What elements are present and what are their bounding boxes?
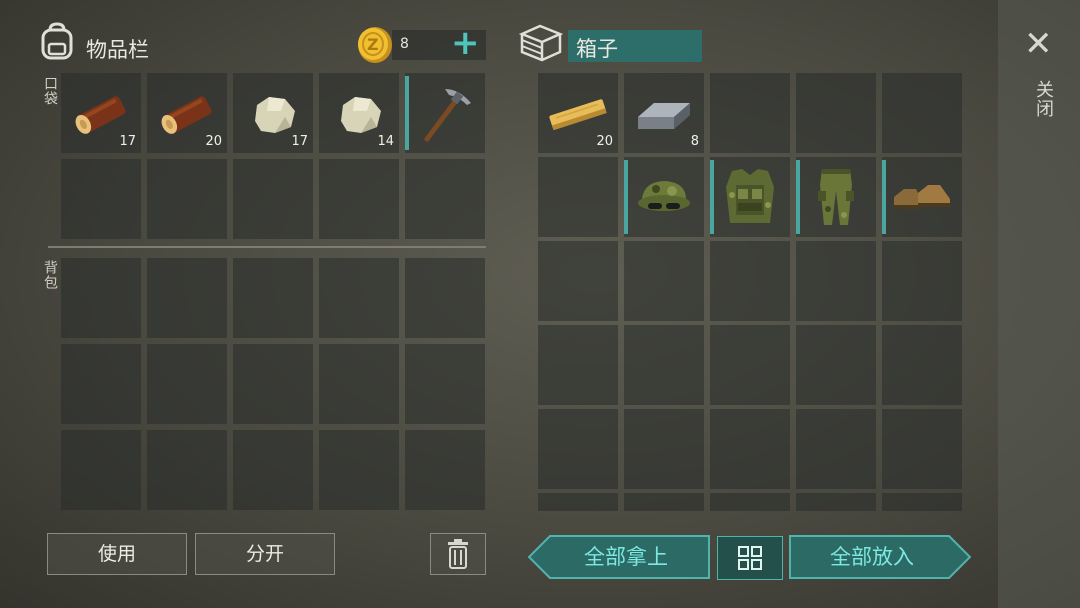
backpack-icon — [38, 22, 76, 66]
box-slot-8[interactable] — [710, 157, 790, 237]
camo-hat-icon — [638, 181, 690, 211]
pocket-slot-6[interactable] — [61, 159, 141, 239]
box-slot[interactable] — [882, 325, 962, 405]
box-slot[interactable] — [796, 241, 876, 321]
backpack-slot[interactable] — [147, 344, 227, 424]
box-slot[interactable] — [624, 241, 704, 321]
put-all-button[interactable]: 全部放入 — [789, 535, 971, 579]
backpack-slot[interactable] — [405, 258, 485, 338]
box-slot[interactable] — [882, 241, 962, 321]
coin-icon: Z — [357, 26, 393, 68]
pocket-slot-7[interactable] — [147, 159, 227, 239]
backpack-slot[interactable] — [61, 344, 141, 424]
backpack-label: 背包 — [42, 260, 58, 290]
put-all-label: 全部放入 — [830, 545, 914, 569]
item-count: 20 — [205, 134, 222, 149]
equipped-indicator — [405, 76, 409, 150]
backpack-slot[interactable] — [61, 430, 141, 510]
camo-pants-icon — [818, 169, 854, 225]
sort-button[interactable] — [717, 536, 783, 580]
box-slot[interactable] — [796, 409, 876, 489]
box-title: 箱子 — [576, 37, 618, 61]
backpack-slot[interactable] — [147, 258, 227, 338]
equipped-indicator — [796, 160, 800, 234]
equipped-indicator — [710, 160, 714, 234]
box-slot[interactable] — [796, 325, 876, 405]
backpack-slot[interactable] — [61, 258, 141, 338]
item-count: 8 — [690, 134, 699, 149]
coin-count: 8 — [400, 36, 409, 52]
box-slot[interactable] — [624, 493, 704, 511]
equipped-indicator — [882, 160, 886, 234]
box-slot-1[interactable]: 20 — [538, 73, 618, 153]
backpack-slot[interactable] — [405, 344, 485, 424]
box-icon — [518, 24, 564, 66]
box-slot[interactable] — [538, 241, 618, 321]
trash-icon — [448, 539, 468, 569]
box-slot[interactable] — [882, 493, 962, 511]
add-coins-button[interactable]: + — [451, 24, 480, 62]
box-slot-3[interactable] — [710, 73, 790, 153]
boots-icon — [894, 185, 950, 209]
pocket-slot-10[interactable] — [405, 159, 485, 239]
backpack-slot[interactable] — [233, 258, 313, 338]
box-slot[interactable] — [538, 409, 618, 489]
svg-text:Z: Z — [367, 35, 379, 54]
split-button[interactable]: 分开 — [195, 533, 335, 575]
box-slot-7[interactable] — [624, 157, 704, 237]
box-slot[interactable] — [710, 493, 790, 511]
box-slot[interactable] — [710, 409, 790, 489]
trash-button[interactable] — [430, 533, 486, 575]
item-count: 17 — [291, 134, 308, 149]
backpack-slot[interactable] — [319, 344, 399, 424]
close-icon[interactable]: ✕ — [1024, 24, 1053, 64]
section-divider — [48, 246, 486, 248]
pocket-slot-1[interactable]: 17 — [61, 73, 141, 153]
box-slot[interactable] — [882, 409, 962, 489]
backpack-slot[interactable] — [405, 430, 485, 510]
box-slot-6[interactable] — [538, 157, 618, 237]
pickaxe-icon — [424, 89, 471, 142]
pocket-slot-3[interactable]: 17 — [233, 73, 313, 153]
box-slot-5[interactable] — [882, 73, 962, 153]
pocket-slot-2[interactable]: 20 — [147, 73, 227, 153]
box-slot[interactable] — [624, 325, 704, 405]
pocket-slot-4[interactable]: 14 — [319, 73, 399, 153]
box-slot[interactable] — [710, 241, 790, 321]
box-slot-4[interactable] — [796, 73, 876, 153]
box-slot[interactable] — [538, 325, 618, 405]
use-button[interactable]: 使用 — [47, 533, 187, 575]
box-slot-10[interactable] — [882, 157, 962, 237]
box-slot[interactable] — [624, 409, 704, 489]
backpack-slot[interactable] — [233, 430, 313, 510]
inventory-title: 物品栏 — [86, 38, 149, 62]
box-slot-2[interactable]: 8 — [624, 73, 704, 153]
take-all-label: 全部拿上 — [584, 545, 668, 569]
backpack-slot[interactable] — [233, 344, 313, 424]
box-slot[interactable] — [538, 493, 618, 511]
equipped-indicator — [624, 160, 628, 234]
camo-vest-icon — [726, 169, 774, 223]
backpack-slot[interactable] — [319, 258, 399, 338]
close-label[interactable]: 关闭 — [1030, 80, 1056, 118]
pocket-label: 口袋 — [42, 76, 58, 106]
iron-ingot-icon — [638, 103, 690, 129]
box-slot[interactable] — [796, 493, 876, 511]
grid-icon — [738, 546, 762, 570]
box-slot[interactable] — [710, 325, 790, 405]
item-count: 20 — [596, 134, 613, 149]
take-all-button[interactable]: 全部拿上 — [528, 535, 710, 579]
box-slot-9[interactable] — [796, 157, 876, 237]
item-count: 14 — [377, 134, 394, 149]
item-count: 17 — [119, 134, 136, 149]
backpack-slot[interactable] — [319, 430, 399, 510]
pocket-slot-8[interactable] — [233, 159, 313, 239]
pocket-slot-5[interactable] — [405, 73, 485, 153]
backpack-slot[interactable] — [147, 430, 227, 510]
pocket-slot-9[interactable] — [319, 159, 399, 239]
